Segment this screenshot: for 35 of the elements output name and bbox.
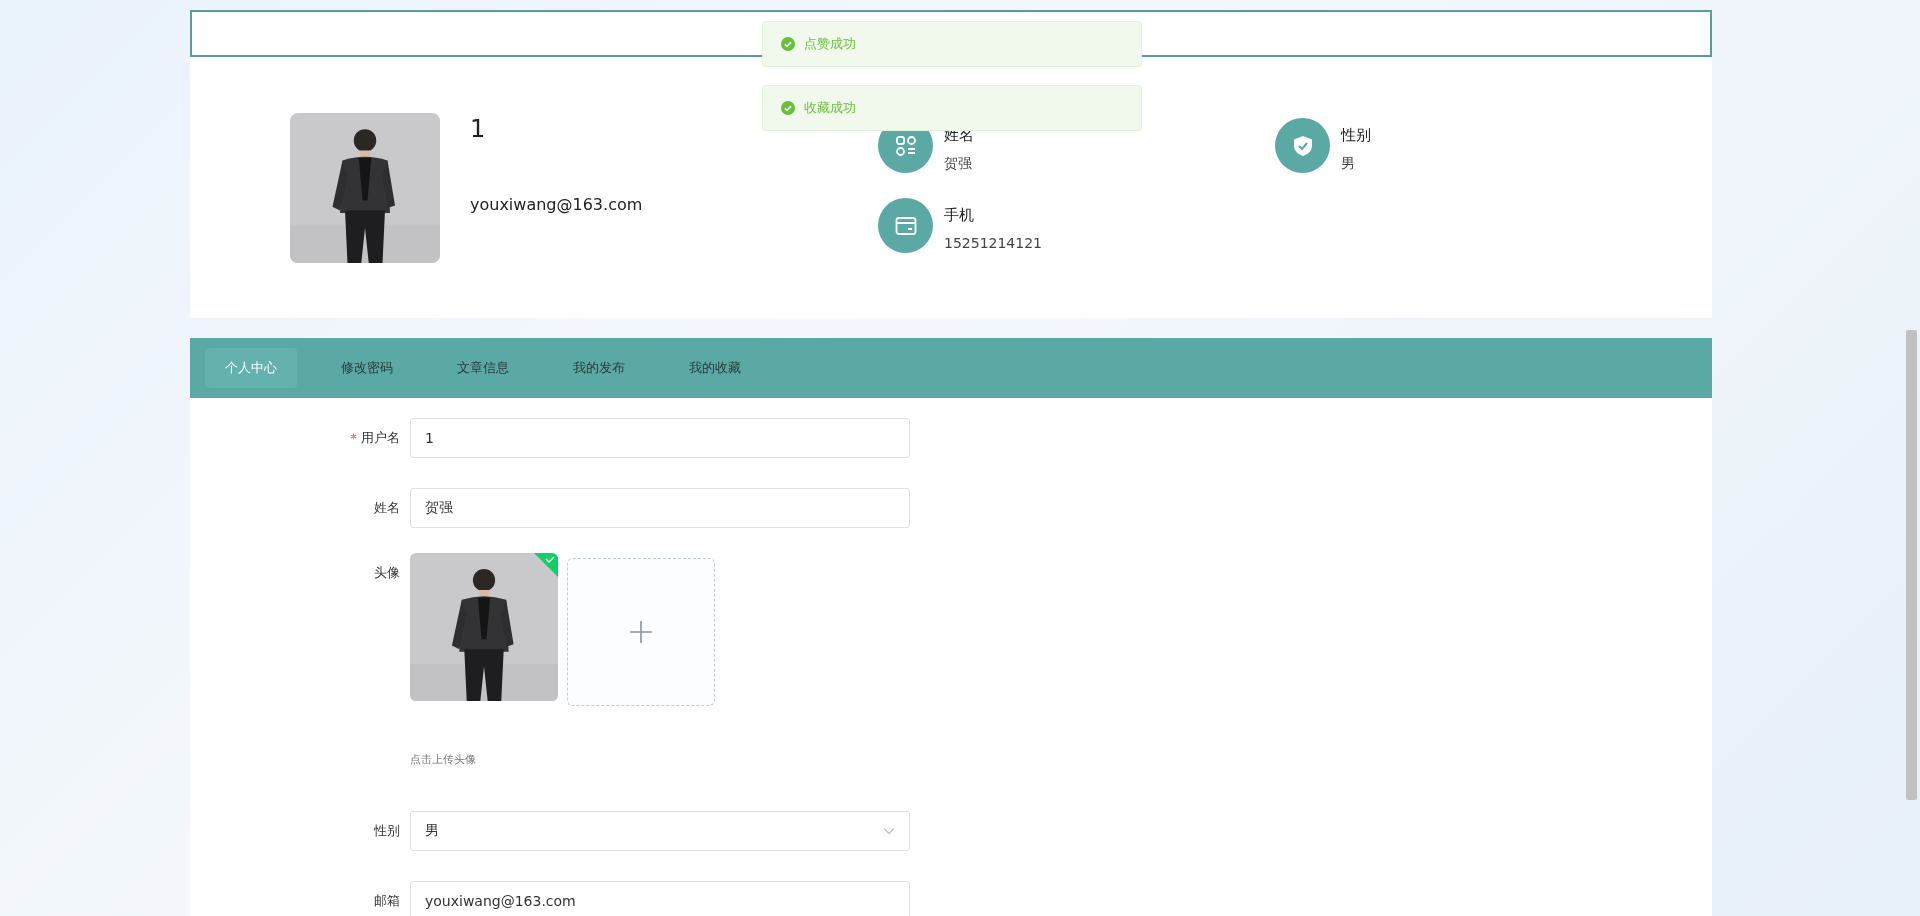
toast-text: 收藏成功 bbox=[804, 99, 856, 117]
wallet-icon bbox=[894, 215, 917, 236]
input-field[interactable]: 1 bbox=[410, 418, 910, 458]
chevron-down-icon bbox=[883, 827, 895, 835]
input-field[interactable]: 贺强 bbox=[410, 488, 910, 528]
toast-text: 点赞成功 bbox=[804, 35, 856, 53]
apps-icon bbox=[894, 134, 917, 157]
user-email: youxiwang@163.com bbox=[470, 195, 643, 214]
field-label: 头像 bbox=[374, 565, 400, 580]
info-value: 贺强 bbox=[944, 155, 973, 173]
username: 1 bbox=[470, 115, 486, 143]
input-field[interactable]: youxiwang@163.com bbox=[410, 881, 910, 916]
nav-tab[interactable]: 我的发布 bbox=[553, 348, 645, 388]
info-value: 男 bbox=[1341, 155, 1356, 173]
success-corner-icon bbox=[534, 553, 558, 577]
required-asterisk-icon bbox=[349, 433, 357, 440]
info-value: 15251214121 bbox=[944, 235, 1042, 251]
field-label: 用户名 bbox=[349, 430, 400, 445]
upload-button[interactable] bbox=[567, 558, 715, 706]
check-circle-icon bbox=[781, 101, 795, 115]
upload-hint: 点击上传头像 bbox=[410, 752, 477, 767]
scrollbar-thumb[interactable] bbox=[1906, 330, 1917, 800]
info-label: 性别 bbox=[1341, 126, 1371, 145]
nav-tab[interactable]: 我的收藏 bbox=[669, 348, 761, 388]
field-label: 邮箱 bbox=[374, 893, 400, 908]
nav-tab[interactable]: 文章信息 bbox=[437, 348, 529, 388]
field-label: 姓名 bbox=[374, 500, 400, 515]
nav-tab[interactable]: 修改密码 bbox=[321, 348, 413, 388]
check-circle-icon bbox=[781, 37, 795, 51]
nav-tab[interactable]: 个人中心 bbox=[205, 348, 297, 388]
select-field[interactable]: 男 bbox=[410, 811, 910, 851]
info-label: 手机 bbox=[944, 206, 975, 225]
field-label: 性别 bbox=[374, 823, 400, 838]
shield-icon bbox=[1292, 134, 1313, 157]
plus-icon bbox=[629, 620, 653, 644]
